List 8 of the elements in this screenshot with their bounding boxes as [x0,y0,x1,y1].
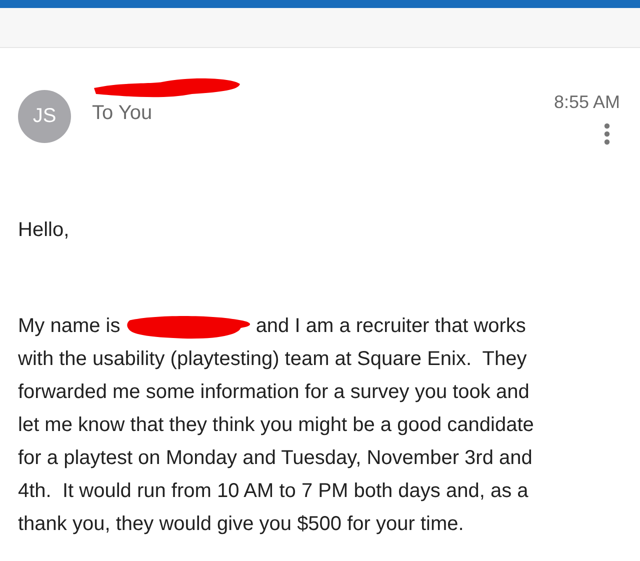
message-body: with the usability (playtesting) team at Square Enix. They forwarded me some information for a survey you took and let me know that they think you might be a good candidate for a playtest on Monday and Tuesday, November 3rd and 4th. It would run from 10 AM to 7 PM both days and, as a thank you, they would give you $500 for your time. [18,348,534,535]
greeting-text: Hello, [18,219,70,242]
recipient-label: To You [92,102,154,125]
more-options-icon[interactable] [604,123,610,145]
message-text: and I am a recruiter that works [256,314,526,339]
message-text: My name is [18,314,122,339]
avatar: JS [18,90,71,143]
timestamp: 8:55 AM [554,92,620,113]
